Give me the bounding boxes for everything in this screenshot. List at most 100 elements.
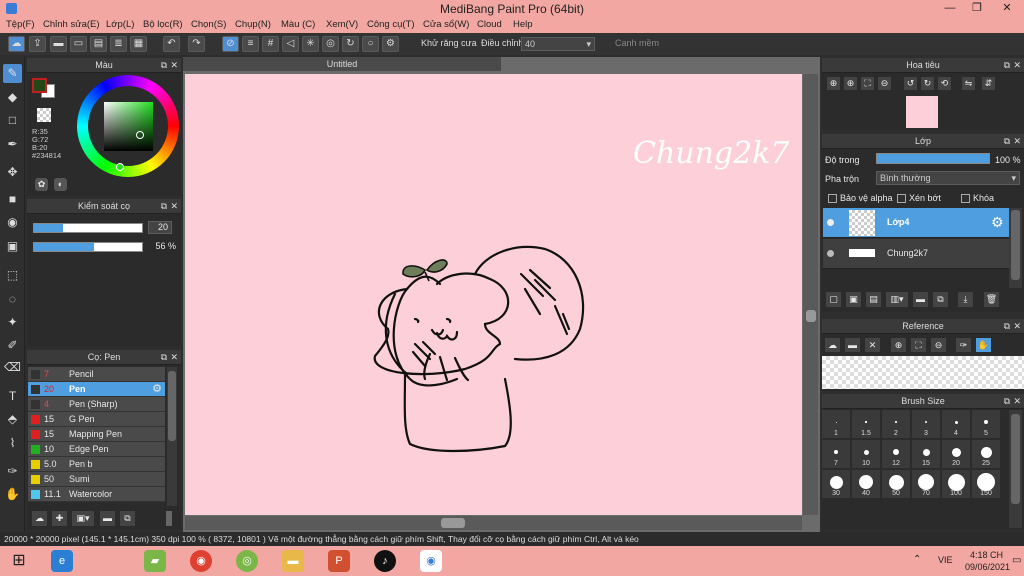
brush-size-cell[interactable]: 7: [821, 439, 851, 469]
brush-size-cell[interactable]: 15: [911, 439, 941, 469]
brush-tool-icon[interactable]: ✎: [3, 64, 22, 83]
menu-color[interactable]: Màu (C): [281, 17, 315, 33]
menu-snap[interactable]: Chụp(N): [235, 17, 271, 33]
clipping-checkbox[interactable]: [897, 194, 906, 203]
brush-item[interactable]: 10 Edge Pen: [28, 442, 165, 457]
eraser-tool-icon[interactable]: ◆: [3, 88, 22, 107]
brush-size-cell[interactable]: 20: [941, 439, 971, 469]
zoom-out-icon[interactable]: ⊖: [878, 77, 891, 90]
reference-view[interactable]: [822, 356, 1024, 389]
brush-item[interactable]: 15 Mapping Pen: [28, 427, 165, 442]
layer-scrollbar[interactable]: [1009, 208, 1022, 288]
brush-size-cell[interactable]: 5: [971, 409, 1001, 439]
grid-snap-icon[interactable]: #: [262, 36, 279, 52]
detach-icon[interactable]: ⧉: [161, 58, 167, 73]
layer-row-active[interactable]: Lớp4 ⚙: [823, 208, 1009, 238]
document-tab[interactable]: Untitled: [183, 57, 501, 71]
radial-snap-icon[interactable]: ✳: [302, 36, 319, 52]
rectangle-tool-icon[interactable]: □: [3, 111, 22, 130]
copy-brush-icon[interactable]: ⧉: [120, 511, 135, 526]
rotate-left-icon[interactable]: ↺: [904, 77, 917, 90]
transparent-swatch[interactable]: [37, 108, 51, 122]
brush-size-cell[interactable]: 70: [911, 469, 941, 499]
layer-folder-icon[interactable]: ▬: [913, 292, 928, 307]
brush-size-cell[interactable]: 10: [851, 439, 881, 469]
language-indicator[interactable]: VIE: [938, 555, 953, 565]
dropper-icon[interactable]: ⌇: [3, 434, 22, 453]
menu-select[interactable]: Chọn(S): [191, 17, 226, 33]
cloud-brush-icon[interactable]: ☁: [32, 511, 47, 526]
minimize-button[interactable]: —: [935, 0, 965, 17]
add-brush-icon[interactable]: ✚: [52, 511, 67, 526]
drawing-canvas[interactable]: Chung2k7: [185, 74, 802, 515]
brush-size-cell[interactable]: 50: [881, 469, 911, 499]
saturation-value-square[interactable]: [104, 102, 153, 151]
page-icon[interactable]: ▦: [130, 36, 147, 52]
menu-window[interactable]: Cửa sổ(W): [423, 17, 469, 33]
brush-size-cell[interactable]: 12: [881, 439, 911, 469]
cloud-reference-icon[interactable]: ☁: [825, 338, 840, 352]
brush-toolbar-scroll[interactable]: [166, 511, 172, 526]
menu-help[interactable]: Help: [513, 17, 533, 33]
flip-vertical-icon[interactable]: ⇵: [982, 77, 995, 90]
clock-time[interactable]: 4:18 CH: [970, 550, 1003, 560]
move-tool-icon[interactable]: ✥: [3, 163, 22, 182]
menu-view[interactable]: Xem(V): [326, 17, 358, 33]
menu-tools[interactable]: Công cụ(T): [367, 17, 415, 33]
select-pen-icon[interactable]: ✐: [3, 336, 22, 355]
detach-icon[interactable]: ⧉: [1004, 394, 1010, 409]
rotate-right-icon[interactable]: ↻: [921, 77, 934, 90]
navigator-preview[interactable]: [906, 96, 938, 128]
brush-size-scrollbar[interactable]: [1009, 410, 1022, 528]
close-icon[interactable]: ✕: [170, 199, 178, 214]
merge-down-icon[interactable]: ⤓: [958, 292, 973, 307]
brush-item[interactable]: 50 Sumi: [28, 472, 165, 487]
brush-size-cell[interactable]: 150: [971, 469, 1001, 499]
brush-folder-icon[interactable]: ▬: [100, 511, 115, 526]
fill-rect-tool-icon[interactable]: ■: [3, 190, 22, 209]
new-layer-icon[interactable]: ▢: [826, 292, 841, 307]
brush-size-cell[interactable]: 100: [941, 469, 971, 499]
rotate-reset-icon[interactable]: ⟲: [938, 77, 951, 90]
brush-list-scrollbar[interactable]: [167, 367, 177, 506]
menu-edit[interactable]: Chỉnh sửa(E): [43, 17, 100, 33]
brush-size-slider[interactable]: [33, 223, 143, 233]
bucket-tool-icon[interactable]: ◉: [3, 213, 22, 232]
adjust-select[interactable]: 40 ▾: [521, 37, 595, 51]
menu-layer[interactable]: Lớp(L): [106, 17, 134, 33]
new-8bit-layer-icon[interactable]: ▤: [866, 292, 881, 307]
curve-snap-icon[interactable]: ↻: [342, 36, 359, 52]
menu-cloud[interactable]: Cloud: [477, 17, 502, 33]
lasso-icon[interactable]: ◌: [3, 290, 22, 309]
magic-wand-icon[interactable]: ✦: [3, 313, 22, 332]
detach-icon[interactable]: ⧉: [1004, 58, 1010, 73]
brush-item[interactable]: 5.0 Pen b: [28, 457, 165, 472]
perspective-snap-icon[interactable]: ◁: [282, 36, 299, 52]
share-icon[interactable]: ⇪: [29, 36, 46, 52]
color-picker-handle[interactable]: [136, 131, 144, 139]
add-brush-menu-icon[interactable]: ▣▾: [72, 511, 94, 526]
chrome-icon[interactable]: ◉: [190, 550, 212, 572]
brush-settings-icon[interactable]: ⚙: [152, 382, 162, 397]
brush-item[interactable]: 20 Pen ⚙: [28, 382, 165, 397]
close-icon[interactable]: ✕: [1013, 394, 1021, 409]
hand-tool-icon[interactable]: ✋: [3, 485, 22, 504]
internet-explorer-icon[interactable]: e: [51, 550, 73, 572]
gradient-tool-icon[interactable]: ▣: [3, 237, 22, 256]
layer-settings-icon[interactable]: ⚙: [991, 214, 1004, 231]
show-hidden-icon[interactable]: ⌃: [913, 554, 921, 565]
close-icon[interactable]: ✕: [1013, 134, 1021, 149]
visibility-eye-icon[interactable]: [827, 219, 834, 226]
visibility-eye-icon[interactable]: [827, 250, 834, 257]
close-button[interactable]: ✕: [992, 0, 1022, 17]
maximize-button[interactable]: ❐: [962, 0, 992, 17]
brush-size-cell[interactable]: 30: [821, 469, 851, 499]
close-icon[interactable]: ✕: [1013, 58, 1021, 73]
brush-size-cell[interactable]: 3: [911, 409, 941, 439]
flip-icon[interactable]: ⇋: [962, 77, 975, 90]
clock-date[interactable]: 09/06/2021: [965, 562, 1010, 572]
coccoc-icon[interactable]: ◎: [236, 550, 258, 572]
redo-icon[interactable]: ↷: [188, 36, 205, 52]
brush-size-cell[interactable]: 40: [851, 469, 881, 499]
layer-opacity-slider[interactable]: [876, 153, 990, 164]
